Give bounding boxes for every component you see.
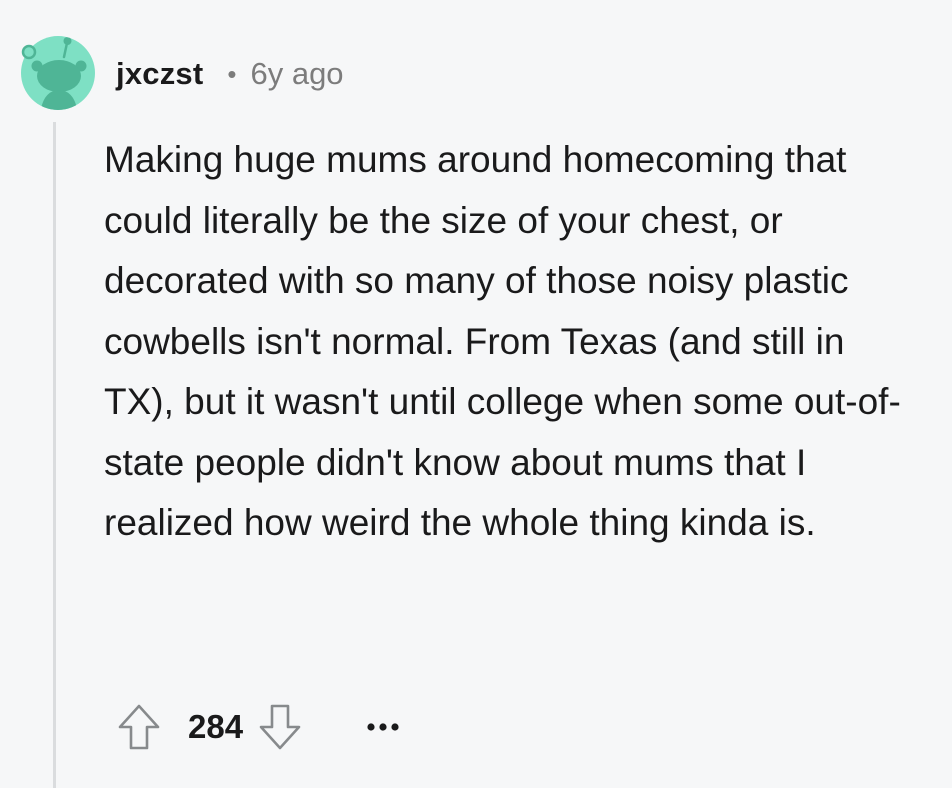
vote-score: 284 <box>188 708 244 745</box>
comment-body: Making huge mums around homecoming that … <box>104 139 901 543</box>
reddit-snoo-avatar-icon <box>21 36 95 110</box>
upvote-button[interactable] <box>112 700 166 754</box>
arrow-up-icon <box>118 704 160 750</box>
comment-meta: jxczst • 6y ago <box>116 52 344 96</box>
arrow-down-icon <box>259 704 301 750</box>
more-options-icon <box>367 723 399 731</box>
more-options-button[interactable] <box>363 700 403 754</box>
separator-dot: • <box>227 58 237 89</box>
downvote-button[interactable] <box>253 700 307 754</box>
thread-line[interactable] <box>53 122 56 788</box>
avatar[interactable] <box>21 26 95 120</box>
timestamp[interactable]: 6y ago <box>250 56 343 92</box>
comment-actions: 284 <box>112 700 403 754</box>
username-link[interactable]: jxczst <box>116 56 203 92</box>
